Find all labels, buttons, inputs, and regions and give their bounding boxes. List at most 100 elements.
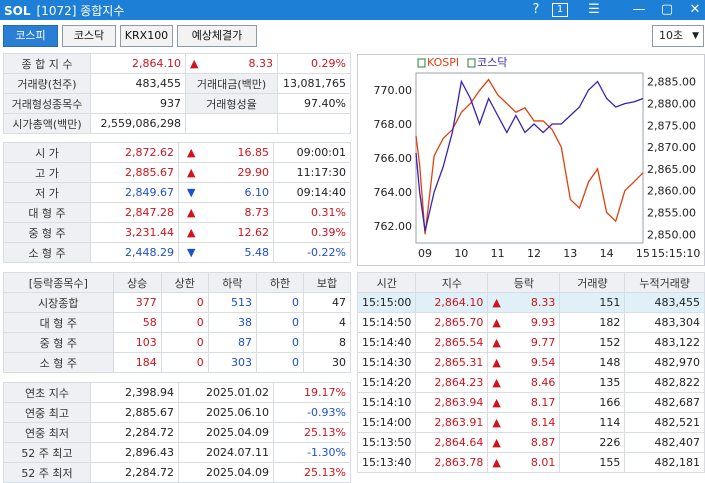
breadth-label: 대 형 주 (3, 312, 114, 333)
change-value: 8.17 (530, 396, 556, 409)
tick-cum-volume: 482,970 (624, 352, 705, 373)
tick-index: 2,863.94 (415, 392, 489, 413)
empty-cell (277, 113, 351, 134)
tick-header: 거래량 (559, 272, 626, 293)
price-extra: 0.39% (273, 222, 351, 243)
x-tick-label: 10 (454, 247, 468, 260)
chevron-down-icon: ▼ (692, 31, 699, 41)
change-value: 8.73 (244, 206, 270, 219)
yearly-row: 52 주 최고 2,896.43 2024.07.11 -1.30% (3, 442, 351, 463)
help-button[interactable]: ? (525, 1, 547, 19)
yearly-date: 2024.07.11 (178, 442, 274, 463)
breadth-label: 중 형 주 (3, 332, 114, 353)
tick-row[interactable]: 15:14:40 2,865.54 ▲ 9.77 152 483,122 (356, 332, 705, 353)
maximize-button[interactable]: ▢ (656, 1, 678, 19)
tick-row[interactable]: 15:14:10 2,863.94 ▲ 8.17 166 482,687 (356, 392, 705, 413)
traded-count-value: 937 (90, 93, 186, 114)
yearly-row: 연중 최저 2,284.72 2025.04.09 25.13% (3, 422, 351, 443)
title-bar: SOL [1072] 종합지수 ? 1 ☰ — ▢ ✕ (0, 0, 705, 20)
minimize-button[interactable]: — (628, 1, 650, 19)
breadth-value: 0 (255, 332, 304, 353)
price-label: 소 형 주 (3, 242, 91, 263)
breadth-value: 303 (207, 352, 257, 373)
breadth-value: 513 (207, 292, 257, 313)
tick-header: 지수 (415, 272, 489, 293)
chart-svg: 770.00 768.00 766.00 764.00 762.00 2,885.00 2,… (374, 56, 701, 260)
y-right-tick-label: 2,860.00 (647, 185, 696, 198)
price-row: 대 형 주 2,847.28 ▲ 8.73 0.31% (3, 202, 351, 223)
tick-row[interactable]: 15:13:40 2,863.78 ▲ 8.01 155 482,181 (356, 452, 705, 473)
tick-change: ▲ 8.33 (487, 292, 561, 313)
volume-value: 483,455 (90, 73, 186, 94)
tick-row[interactable]: 15:13:50 2,864.64 ▲ 8.87 226 482,407 (356, 432, 705, 453)
composite-index-value: 2,864.10 (90, 53, 186, 74)
yearly-date: 2025.01.02 (178, 382, 274, 403)
tab-kosdaq[interactable]: 코스닥 (62, 25, 116, 47)
yearly-pct: 19.17% (273, 382, 351, 403)
price-label: 저 가 (3, 182, 91, 203)
price-label: 대 형 주 (3, 202, 91, 223)
yearly-label: 연초 지수 (3, 382, 91, 403)
traded-ratio-value: 97.40% (277, 93, 351, 114)
price-label: 시 가 (3, 142, 91, 163)
summary-label: 거래형성율 (185, 93, 278, 114)
y-right-tick-label: 2,885.00 (647, 76, 696, 89)
summary-label: 거래형성종목수 (3, 93, 91, 114)
tick-volume: 226 (559, 432, 626, 453)
summary-table: 종 합 지 수 2,864.10 ▲ 8.33 0.29% 거래량(천주) 483… (3, 53, 351, 134)
interval-select[interactable]: 10초 ▼ (652, 25, 704, 47)
breadth-value: 0 (160, 332, 209, 353)
intraday-chart[interactable]: 770.00 768.00 766.00 764.00 762.00 2,885.00 2,… (357, 54, 705, 266)
breadth-value: 0 (255, 312, 304, 333)
yearly-row: 52 주 최저 2,284.72 2025.04.09 25.13% (3, 462, 351, 483)
change-value: 5.48 (244, 246, 270, 259)
change-value: 6.10 (244, 186, 270, 199)
y-left-tick-label: 770.00 (374, 84, 413, 97)
tick-row[interactable]: 15:14:50 2,865.70 ▲ 9.93 182 483,304 (356, 312, 705, 333)
screen-number-button[interactable]: 1 (552, 3, 568, 17)
tick-cum-volume: 482,687 (624, 392, 705, 413)
change-value: 8.46 (530, 376, 556, 389)
tick-row[interactable]: 15:14:20 2,864.23 ▲ 8.46 135 482,822 (356, 372, 705, 393)
composite-index-pct: 0.29% (277, 53, 351, 74)
tab-expected-price[interactable]: 예상체결가 (177, 25, 257, 47)
price-value: 2,872.62 (90, 142, 179, 163)
y-left-tick-label: 764.00 (374, 186, 413, 199)
y-right-tick-label: 2,870.00 (647, 141, 696, 154)
tick-row[interactable]: 15:14:00 2,863.91 ▲ 8.14 114 482,521 (356, 412, 705, 433)
menu-icon[interactable]: ☰ (583, 1, 605, 19)
breadth-header: 상승 (112, 272, 162, 293)
yearly-pct: 25.13% (273, 462, 351, 483)
breadth-value: 4 (302, 312, 352, 333)
tab-kospi[interactable]: 코스피 (3, 25, 58, 47)
breadth-value: 0 (255, 292, 304, 313)
tick-change: ▲ 9.54 (487, 352, 561, 373)
yearly-table: 연초 지수 2,398.94 2025.01.02 19.17% 연중 최고 2,885.… (3, 382, 351, 483)
tick-index: 2,865.70 (415, 312, 489, 333)
change-value: 12.62 (237, 226, 270, 239)
tick-index: 2,864.23 (415, 372, 489, 393)
price-change: ▲ 16.85 (178, 142, 274, 163)
change-value: 29.90 (237, 166, 270, 179)
kospi-series-line (415, 78, 644, 235)
tick-change: ▲ 8.01 (487, 452, 561, 473)
yearly-row: 연초 지수 2,398.94 2025.01.02 19.17% (3, 382, 351, 403)
yearly-row: 연중 최고 2,885.67 2025.06.10 -0.93% (3, 402, 351, 423)
tab-krx100[interactable]: KRX100 (120, 25, 173, 47)
tick-header-row: 시간 지수 등락 거래량 누적거래량 (356, 272, 705, 293)
summary-row: 시가총액(백만) 2,559,086,298 (3, 113, 351, 134)
breadth-header: [등락종목수] (3, 272, 114, 293)
x-tick-label: 13 (563, 247, 577, 260)
breadth-header: 보합 (302, 272, 352, 293)
legend-swatch-kospi (417, 58, 426, 68)
breadth-label: 소 형 주 (3, 352, 114, 373)
close-button[interactable]: ✕ (684, 1, 705, 19)
tick-change: ▲ 9.77 (487, 332, 561, 353)
tick-row[interactable]: 15:15:00 2,864.10 ▲ 8.33 151 483,455 (356, 292, 705, 313)
tick-row[interactable]: 15:14:30 2,865.31 ▲ 9.54 148 482,970 (356, 352, 705, 373)
change-value: 8.01 (530, 456, 556, 469)
tick-change: ▲ 8.46 (487, 372, 561, 393)
price-row: 중 형 주 3,231.44 ▲ 12.62 0.39% (3, 222, 351, 243)
tick-change: ▲ 9.93 (487, 312, 561, 333)
up-arrow-icon: ▲ (492, 296, 501, 309)
